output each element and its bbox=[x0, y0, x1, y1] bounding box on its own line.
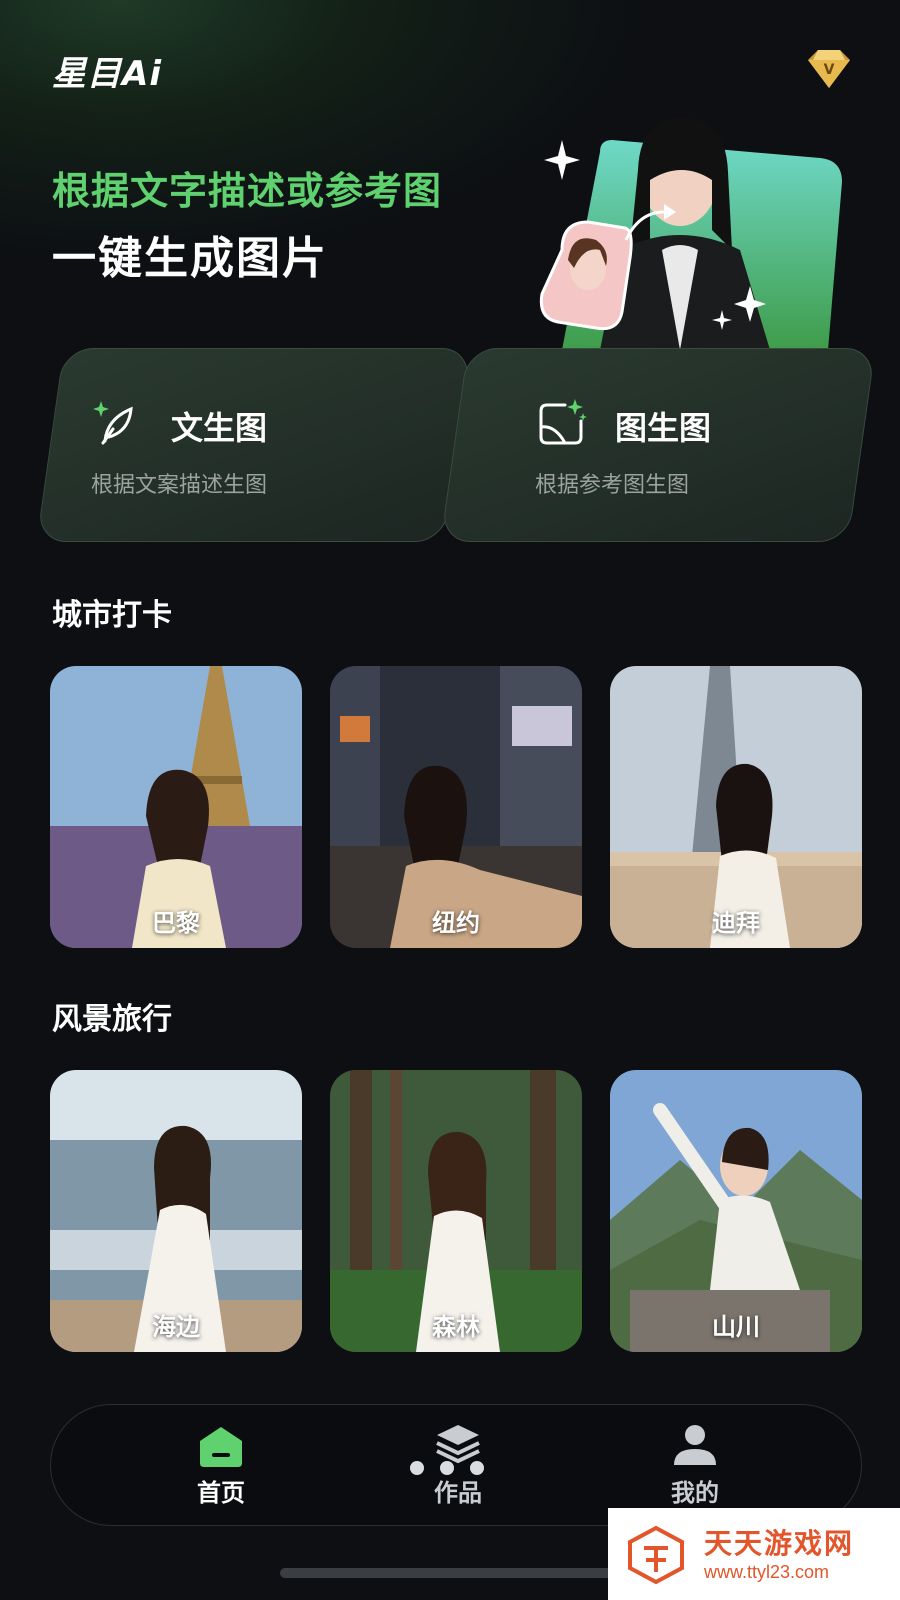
image-to-image-card[interactable]: 图生图 根据参考图生图 bbox=[440, 348, 876, 542]
svg-text:V: V bbox=[824, 62, 835, 78]
photo-label: 巴黎 bbox=[152, 909, 200, 937]
photo-card-paris[interactable]: 巴黎 bbox=[50, 666, 302, 948]
text-to-image-card[interactable]: 文生图 根据文案描述生图 bbox=[36, 348, 472, 542]
photo-label: 山川 bbox=[712, 1313, 760, 1341]
home-indicator[interactable] bbox=[280, 1568, 620, 1578]
hero-title: 一键生成图片 bbox=[52, 233, 328, 284]
photo-label: 纽约 bbox=[432, 909, 480, 937]
page-dot bbox=[440, 1461, 454, 1475]
app-logo: 星目Ai bbox=[52, 54, 162, 94]
tab-label: 我的 bbox=[671, 1479, 719, 1507]
card-title: 图生图 bbox=[615, 409, 712, 447]
hero-illustration bbox=[539, 118, 842, 350]
card-title: 文生图 bbox=[171, 409, 268, 447]
watermark-logo-icon bbox=[628, 1525, 684, 1584]
section-title-scenery: 风景旅行 bbox=[52, 1002, 172, 1037]
section-title-city: 城市打卡 bbox=[52, 598, 172, 633]
vip-diamond-icon[interactable]: V bbox=[800, 46, 858, 92]
feather-sparkle-icon bbox=[93, 401, 133, 445]
photo-card-dubai[interactable]: 迪拜 bbox=[610, 666, 862, 948]
photo-card-mountains[interactable]: 山川 bbox=[610, 1070, 862, 1352]
photo-card-new-york[interactable]: 纽约 bbox=[330, 666, 582, 948]
page-dot bbox=[470, 1461, 484, 1475]
user-icon bbox=[674, 1425, 716, 1465]
hero-subtitle: 根据文字描述或参考图 bbox=[52, 169, 443, 213]
watermark-title: 天天游戏网 bbox=[704, 1527, 855, 1560]
photo-card-seaside[interactable]: 海边 bbox=[50, 1070, 302, 1352]
photo-card-forest[interactable]: 森林 bbox=[330, 1070, 582, 1352]
photo-label: 迪拜 bbox=[712, 909, 760, 937]
photo-label: 森林 bbox=[432, 1313, 480, 1341]
photo-label: 海边 bbox=[152, 1313, 200, 1341]
page-dot bbox=[410, 1461, 424, 1475]
tab-home[interactable]: 首页 bbox=[151, 1423, 291, 1513]
tab-mine[interactable]: 我的 bbox=[625, 1423, 765, 1513]
watermark-url: www.ttyl23.com bbox=[704, 1562, 830, 1582]
image-sparkle-icon bbox=[539, 399, 587, 445]
tab-label: 首页 bbox=[197, 1479, 245, 1507]
site-watermark: 天天游戏网 www.ttyl23.com bbox=[608, 1508, 900, 1600]
home-icon bbox=[200, 1427, 242, 1467]
card-subtitle: 根据参考图生图 bbox=[535, 473, 690, 498]
page-indicator-dots bbox=[410, 1460, 500, 1479]
card-subtitle: 根据文案描述生图 bbox=[91, 473, 268, 498]
